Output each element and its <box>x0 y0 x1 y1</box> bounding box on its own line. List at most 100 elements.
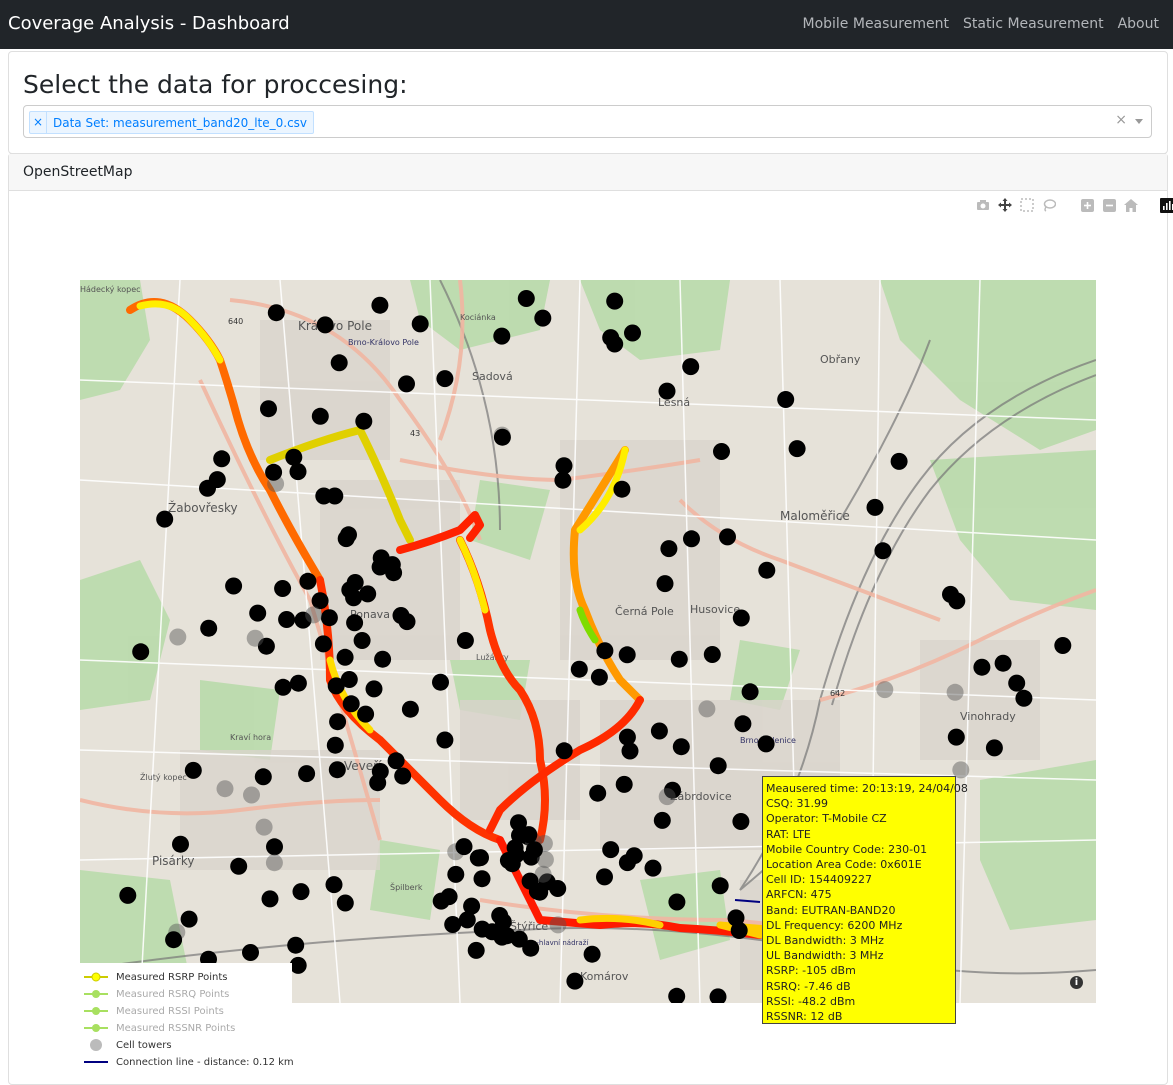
cell-tower-marker[interactable] <box>156 511 173 528</box>
cell-tower-marker[interactable] <box>472 849 489 866</box>
cell-tower-marker[interactable] <box>213 450 230 467</box>
cell-tower-marker[interactable] <box>359 585 376 602</box>
cell-tower-marker[interactable] <box>366 680 383 697</box>
cell-tower-marker[interactable] <box>249 605 266 622</box>
cell-tower-marker[interactable] <box>733 610 750 627</box>
cell-tower-marker[interactable] <box>290 463 307 480</box>
cell-tower-marker[interactable] <box>526 841 543 858</box>
cell-tower-marker[interactable] <box>584 946 601 963</box>
cell-tower-marker[interactable] <box>534 310 551 327</box>
cell-tower-marker[interactable] <box>388 752 405 769</box>
cell-tower-marker[interactable] <box>777 391 794 408</box>
cell-tower-marker[interactable] <box>660 540 677 557</box>
cell-tower-marker[interactable] <box>447 866 464 883</box>
cell-tower-marker[interactable] <box>298 765 315 782</box>
cell-tower-marker[interactable] <box>299 573 316 590</box>
cell-tower-marker[interactable] <box>719 528 736 545</box>
cell-tower-marker[interactable] <box>566 973 583 990</box>
cell-tower-marker[interactable] <box>199 480 216 497</box>
cell-tower-marker[interactable] <box>602 329 619 346</box>
cell-tower-marker[interactable] <box>255 768 272 785</box>
map-attribution-info-icon[interactable]: i <box>1070 976 1083 989</box>
cell-tower-marker[interactable] <box>622 743 639 760</box>
zoom-out-icon[interactable] <box>1101 197 1117 213</box>
cell-tower-marker[interactable] <box>973 659 990 676</box>
reset-view-icon[interactable] <box>1123 197 1139 213</box>
cell-tower-marker[interactable] <box>432 674 449 691</box>
cell-tower-marker[interactable] <box>742 683 759 700</box>
cell-tower-marker[interactable] <box>589 785 606 802</box>
cell-tower-marker[interactable] <box>494 929 511 946</box>
cell-tower-marker[interactable] <box>712 877 729 894</box>
cell-tower-marker[interactable] <box>571 661 588 678</box>
lasso-select-icon[interactable] <box>1041 197 1057 213</box>
cell-tower-marker[interactable] <box>550 916 567 933</box>
cell-tower-marker[interactable] <box>732 813 749 830</box>
cell-tower-marker[interactable] <box>354 632 371 649</box>
cell-tower-marker[interactable] <box>493 328 510 345</box>
cell-tower-marker[interactable] <box>384 556 401 573</box>
dropdown-arrow-icon[interactable] <box>1135 119 1143 124</box>
cell-tower-marker[interactable] <box>275 679 292 696</box>
cell-tower-marker[interactable] <box>441 888 458 905</box>
cell-tower-marker[interactable] <box>468 942 485 959</box>
cell-tower-marker[interactable] <box>132 643 149 660</box>
cell-tower-marker[interactable] <box>290 675 307 692</box>
cell-tower-marker[interactable] <box>331 354 348 371</box>
cell-tower-marker[interactable] <box>265 464 282 481</box>
cell-tower-marker[interactable] <box>343 695 360 712</box>
legend-item-connection-line[interactable]: Connection line - distance: 0.12 km <box>84 1055 294 1069</box>
cell-tower-marker[interactable] <box>402 701 419 718</box>
cell-tower-marker[interactable] <box>285 449 302 466</box>
cell-tower-marker[interactable] <box>355 413 372 430</box>
camera-icon[interactable] <box>975 197 991 213</box>
cell-tower-marker[interactable] <box>341 671 358 688</box>
cell-tower-marker[interactable] <box>247 630 264 647</box>
cell-tower-marker[interactable] <box>262 890 279 907</box>
cell-tower-marker[interactable] <box>491 907 508 924</box>
cell-tower-marker[interactable] <box>683 530 700 547</box>
cell-tower-marker[interactable] <box>371 297 388 314</box>
cell-tower-marker[interactable] <box>731 922 748 939</box>
cell-tower-marker[interactable] <box>556 742 573 759</box>
remove-tag-button[interactable]: × <box>30 112 47 133</box>
cell-tower-marker[interactable] <box>947 684 964 701</box>
cell-tower-marker[interactable] <box>995 655 1012 672</box>
cell-tower-marker[interactable] <box>340 526 357 543</box>
box-select-icon[interactable] <box>1019 197 1035 213</box>
cell-tower-marker[interactable] <box>172 836 189 853</box>
cell-tower-marker[interactable] <box>317 316 334 333</box>
cell-tower-marker[interactable] <box>704 646 721 663</box>
cell-tower-marker[interactable] <box>305 606 322 623</box>
cell-tower-marker[interactable] <box>554 472 571 489</box>
cell-tower-marker[interactable] <box>651 723 668 740</box>
cell-tower-marker[interactable] <box>626 847 643 864</box>
cell-tower-marker[interactable] <box>266 854 283 871</box>
cell-tower-marker[interactable] <box>230 858 247 875</box>
cell-tower-marker[interactable] <box>682 358 699 375</box>
cell-tower-marker[interactable] <box>624 325 641 342</box>
cell-tower-marker[interactable] <box>511 931 528 948</box>
cell-tower-marker[interactable] <box>596 642 613 659</box>
cell-tower-marker[interactable] <box>758 735 775 752</box>
cell-tower-marker[interactable] <box>659 788 676 805</box>
cell-tower-marker[interactable] <box>657 575 674 592</box>
cell-tower-marker[interactable] <box>315 635 332 652</box>
cell-tower-marker[interactable] <box>398 375 415 392</box>
cell-tower-marker[interactable] <box>613 481 630 498</box>
cell-tower-marker[interactable] <box>520 826 537 843</box>
dataset-multiselect[interactable]: × Data Set: measurement_band20_lte_0.csv… <box>23 105 1152 138</box>
cell-tower-marker[interactable] <box>789 440 806 457</box>
cell-tower-marker[interactable] <box>734 715 751 732</box>
cell-tower-marker[interactable] <box>169 629 186 646</box>
cell-tower-marker[interactable] <box>948 729 965 746</box>
cell-tower-marker[interactable] <box>1008 675 1025 692</box>
cell-tower-marker[interactable] <box>268 304 285 321</box>
cell-tower-marker[interactable] <box>1015 690 1032 707</box>
cell-tower-marker[interactable] <box>591 669 608 686</box>
zoom-in-icon[interactable] <box>1079 197 1095 213</box>
cell-tower-marker[interactable] <box>891 453 908 470</box>
legend-item-rsrp[interactable]: Measured RSRP Points <box>84 970 228 984</box>
legend-item-cell-towers[interactable]: Cell towers <box>84 1038 172 1052</box>
cell-tower-marker[interactable] <box>243 787 260 804</box>
